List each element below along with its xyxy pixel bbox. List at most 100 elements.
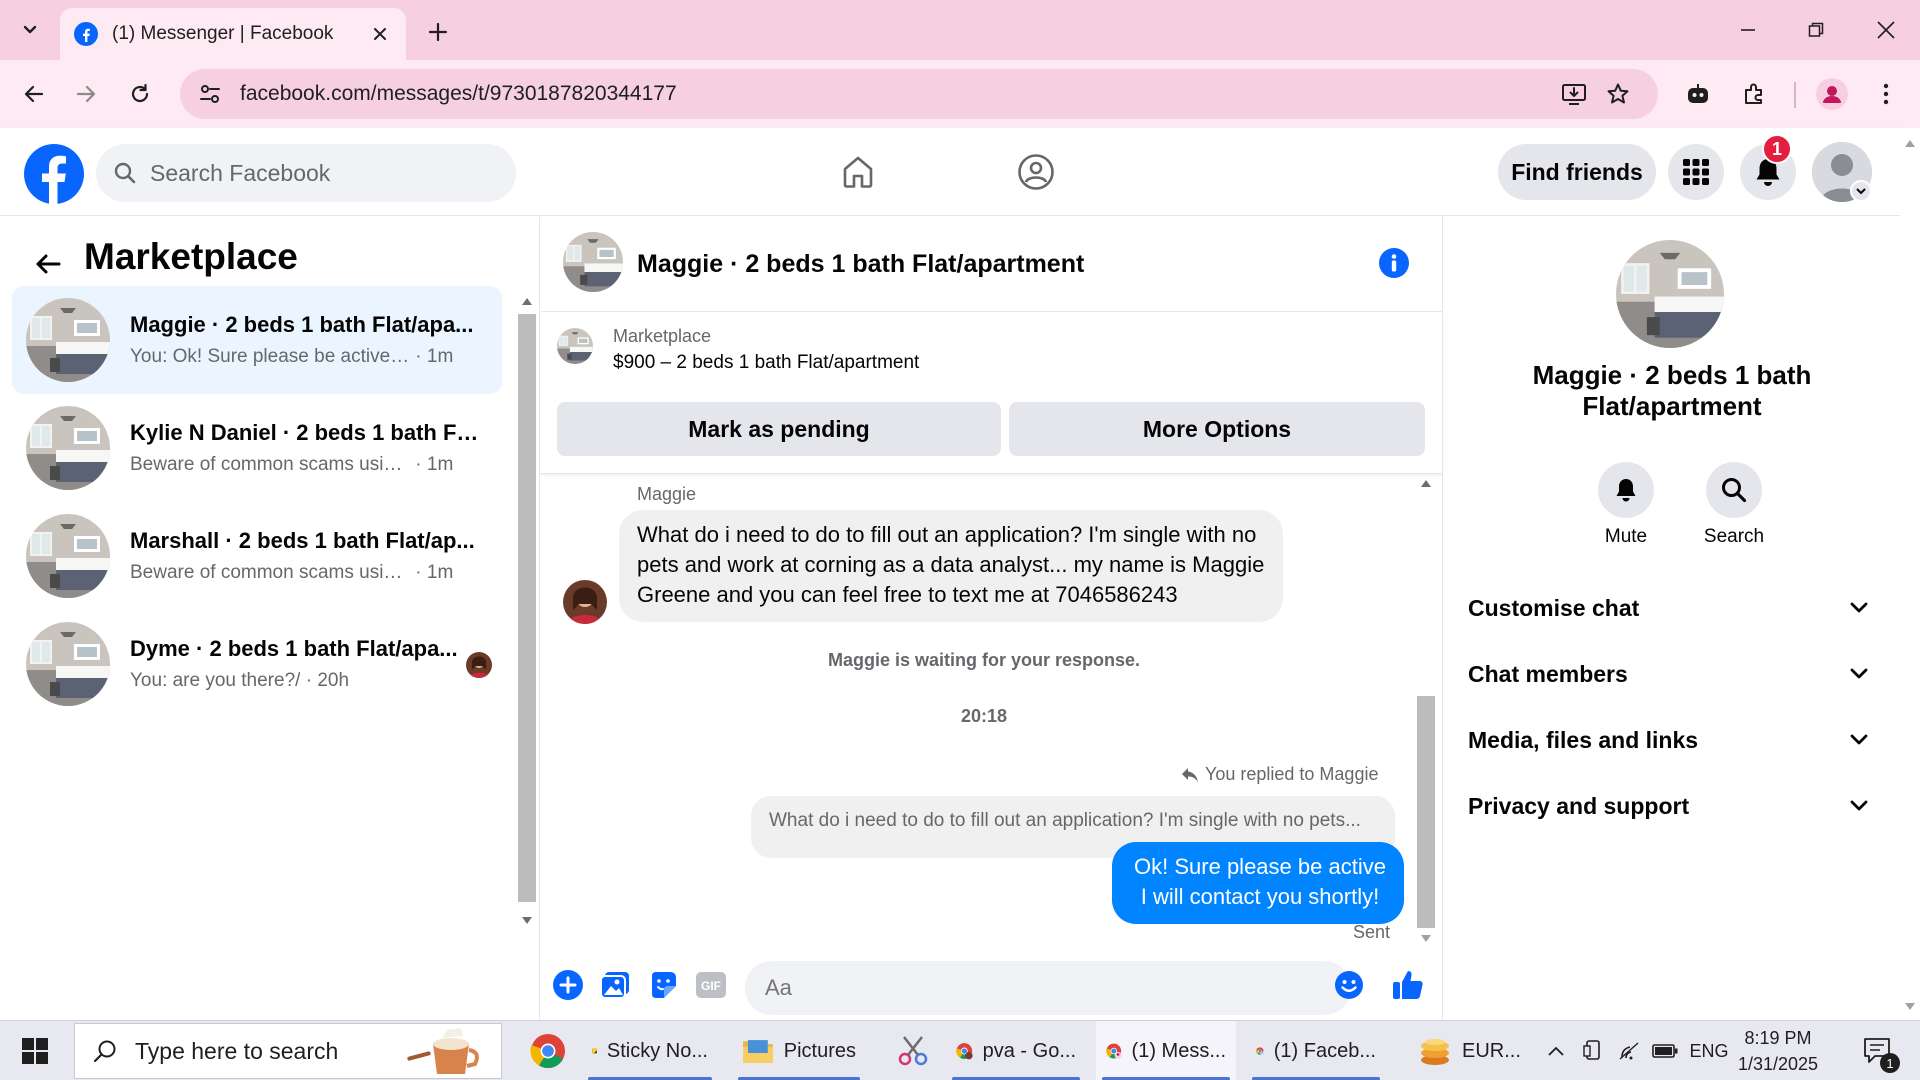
install-app-button[interactable] — [1552, 72, 1596, 116]
back-button[interactable] — [12, 72, 56, 116]
taskbar-chrome-messenger[interactable]: (1) Mess... — [1096, 1021, 1236, 1080]
conversation-info-button[interactable] — [1379, 248, 1409, 278]
listing-price[interactable]: $900 – 2 beds 1 bath Flat/apartment — [613, 352, 919, 374]
conversation-item[interactable]: Maggie · 2 beds 1 bath Flat/apa... You: … — [12, 286, 502, 394]
like-button[interactable] — [1391, 968, 1425, 1002]
message-thread-scrollbar[interactable] — [1415, 474, 1437, 950]
attach-photo-button[interactable] — [598, 968, 632, 1002]
taskbar-chrome[interactable] — [520, 1021, 576, 1080]
tab-list-button[interactable] — [10, 12, 50, 48]
conversation-item[interactable]: Marshall · 2 beds 1 bath Flat/ap... Bewa… — [12, 502, 502, 610]
site-info-icon[interactable] — [198, 82, 222, 106]
taskbar-chrome-facebook[interactable]: (1) Faceb... — [1246, 1021, 1386, 1080]
sticker-icon — [652, 972, 676, 998]
taskbar-snipping-tool[interactable] — [886, 1021, 940, 1080]
conversation-snippet: Beware of common scams using p... — [130, 562, 410, 583]
network-button[interactable] — [1612, 1021, 1646, 1080]
browser-menu-button[interactable] — [1864, 72, 1908, 116]
home-nav-button[interactable] — [832, 146, 884, 198]
hot-drink-icon — [407, 1028, 479, 1074]
find-friends-button[interactable]: Find friends — [1498, 144, 1656, 200]
arrow-left-icon — [24, 85, 44, 103]
clock-date: 1/31/2025 — [1737, 1054, 1819, 1074]
chat-title[interactable]: Maggie · 2 beds 1 bath Flat/apartment — [637, 250, 1084, 279]
search-action[interactable]: Search — [1694, 462, 1774, 548]
device-icon — [1583, 1040, 1600, 1060]
reload-button[interactable] — [118, 72, 162, 116]
kebab-menu-icon — [1883, 83, 1889, 105]
section-customise-chat[interactable]: Customise chat — [1468, 580, 1868, 636]
coins-icon — [1421, 1039, 1449, 1065]
extension-robot-button[interactable] — [1676, 72, 1720, 116]
folder-icon — [742, 1040, 773, 1063]
minimize-button[interactable] — [1714, 0, 1782, 60]
tray-device-button[interactable] — [1576, 1021, 1610, 1080]
conversation-list-scrollbar[interactable] — [516, 292, 538, 932]
more-actions-button[interactable] — [551, 968, 585, 1002]
taskbar-clock[interactable]: 8:19 PM 1/31/2025 — [1728, 1025, 1828, 1077]
account-menu-button[interactable] — [1850, 180, 1872, 202]
new-tab-button[interactable] — [420, 14, 456, 50]
section-privacy-support[interactable]: Privacy and support — [1468, 778, 1868, 834]
battery-button[interactable] — [1648, 1021, 1682, 1080]
taskbar-chrome-pva[interactable]: pva - Go... — [946, 1021, 1086, 1080]
conversation-time: · 1m — [415, 454, 454, 475]
scrollbar-thumb[interactable] — [1417, 696, 1435, 928]
details-title: Maggie · 2 beds 1 bath Flat/apartment — [1532, 360, 1812, 421]
extensions-button[interactable] — [1732, 72, 1776, 116]
photo-icon — [600, 972, 629, 999]
chevron-down-icon — [1856, 188, 1866, 195]
install-icon — [1562, 84, 1586, 105]
currency-widget[interactable]: EUR... — [1408, 1021, 1540, 1080]
taskbar-pictures[interactable]: Pictures — [732, 1021, 866, 1080]
chat-listing-thumbnail[interactable] — [563, 232, 623, 292]
close-window-button[interactable] — [1852, 0, 1920, 60]
gif-button[interactable]: GIF — [694, 968, 728, 1002]
groups-nav-button[interactable] — [1010, 146, 1062, 198]
chrome-icon — [1256, 1047, 1264, 1055]
facebook-logo-icon[interactable] — [24, 144, 84, 204]
action-center-button[interactable]: 1 — [1852, 1021, 1904, 1080]
conversation-snippet: You: are you there?/ — [130, 670, 301, 691]
page-scrollbar[interactable] — [1900, 128, 1920, 1020]
address-bar[interactable]: facebook.com/messages/t/9730187820344177 — [180, 69, 1658, 119]
chevron-down-icon — [1850, 800, 1868, 811]
chrome-icon — [1106, 1043, 1122, 1059]
incoming-message-bubble[interactable]: What do i need to do to fill out an appl… — [619, 510, 1283, 622]
search-in-conversation-button[interactable] — [1706, 462, 1762, 518]
details-listing-thumbnail[interactable] — [1616, 240, 1724, 348]
sticker-button[interactable] — [646, 968, 680, 1002]
menu-button[interactable] — [1668, 144, 1724, 200]
search-icon — [114, 162, 136, 184]
conversation-item[interactable]: Dyme · 2 beds 1 bath Flat/apa... You: ar… — [12, 610, 502, 718]
facebook-search-input[interactable]: Search Facebook — [96, 144, 516, 202]
scrollbar-thumb[interactable] — [518, 314, 536, 902]
section-media-files-links[interactable]: Media, files and links — [1468, 712, 1868, 768]
section-chat-members[interactable]: Chat members — [1468, 646, 1868, 702]
browser-tab-messenger[interactable]: (1) Messenger | Facebook — [60, 8, 406, 60]
start-button[interactable] — [0, 1021, 70, 1080]
forward-button[interactable] — [64, 72, 108, 116]
emoji-button[interactable] — [1332, 968, 1366, 1002]
gif-icon: GIF — [696, 972, 726, 998]
sender-avatar[interactable] — [563, 580, 607, 624]
language-indicator[interactable]: ENG — [1684, 1021, 1734, 1080]
back-to-chats-button[interactable] — [26, 242, 70, 286]
taskbar-sticky-notes[interactable]: Sticky No... — [582, 1021, 718, 1080]
tab-close-button[interactable] — [366, 20, 394, 48]
outgoing-message-bubble[interactable]: Ok! Sure please be active I will contact… — [1112, 842, 1404, 924]
show-hidden-icons-button[interactable] — [1540, 1021, 1572, 1080]
conversation-item[interactable]: Kylie N Daniel · 2 beds 1 bath Fl... Bew… — [12, 394, 502, 502]
more-options-button[interactable]: More Options — [1009, 402, 1425, 456]
restore-button[interactable] — [1782, 0, 1850, 60]
message-input[interactable] — [745, 961, 1351, 1015]
profile-button[interactable] — [1810, 72, 1854, 116]
message-thread: Maggie What do i need to do to fill out … — [541, 474, 1443, 950]
mute-action[interactable]: Mute — [1586, 462, 1666, 548]
scissors-icon — [898, 1036, 928, 1066]
mute-button[interactable] — [1598, 462, 1654, 518]
mark-as-pending-button[interactable]: Mark as pending — [557, 402, 1001, 456]
chevron-down-icon — [23, 25, 37, 34]
taskbar-search-input[interactable]: Type here to search — [74, 1023, 502, 1079]
bookmark-button[interactable] — [1596, 72, 1640, 116]
